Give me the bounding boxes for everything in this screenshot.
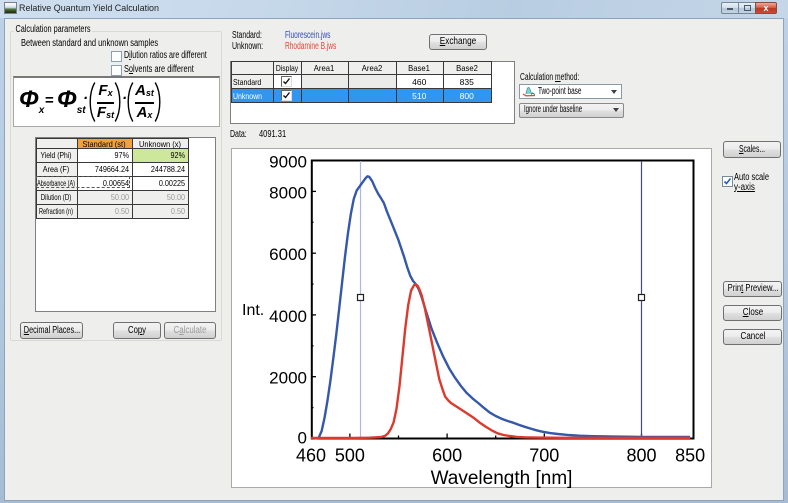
svg-text:0: 0	[298, 429, 307, 448]
svg-text:9000: 9000	[269, 153, 307, 172]
svg-text:8000: 8000	[269, 183, 307, 202]
svg-text:2000: 2000	[269, 369, 307, 388]
svg-text:700: 700	[529, 446, 559, 466]
svg-text:Int.: Int.	[242, 302, 264, 319]
svg-text:Wavelength [nm]: Wavelength [nm]	[431, 468, 573, 488]
svg-text:600: 600	[432, 446, 462, 466]
svg-text:800: 800	[626, 446, 656, 466]
svg-text:850: 850	[675, 446, 705, 466]
svg-text:460: 460	[296, 446, 326, 466]
svg-text:4000: 4000	[269, 307, 307, 326]
svg-text:500: 500	[335, 446, 365, 466]
svg-text:6000: 6000	[269, 245, 307, 264]
